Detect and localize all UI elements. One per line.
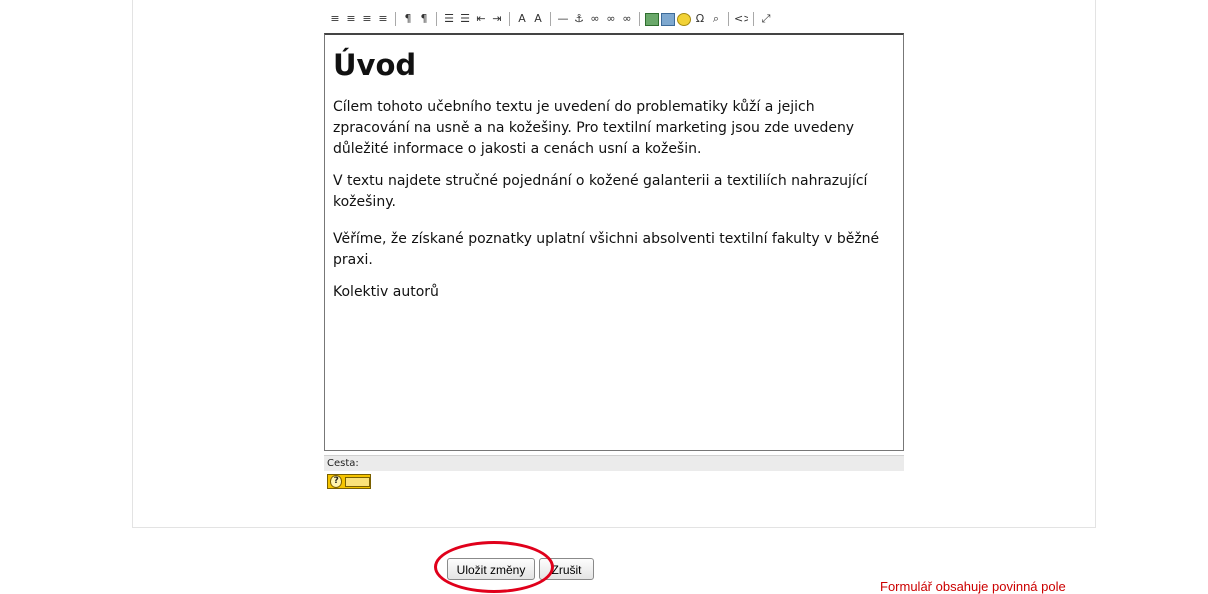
toolbar-separator: [509, 12, 510, 26]
editor-help-button[interactable]: ?: [327, 474, 371, 489]
ordered-list-icon[interactable]: ☰: [442, 12, 456, 26]
text-color-icon[interactable]: A: [515, 12, 529, 26]
toolbar-separator: [753, 12, 754, 26]
editor-path-bar: Cesta:: [324, 455, 904, 471]
ltr-icon[interactable]: ¶: [401, 12, 415, 26]
editor-toolbar: ≡ ≡ ≡ ≡ ¶ ¶ ☰ ☰ ⇤ ⇥ A A — ⚓ ∞ ∞ ∞ Ω ⌕ <> ⤢: [328, 6, 904, 32]
editor-heading: Úvod: [333, 48, 417, 82]
smiley-icon[interactable]: [677, 12, 691, 26]
help-icon: ?: [330, 475, 343, 488]
toolbar-separator: [639, 12, 640, 26]
required-fields-note: Formulář obsahuje povinná pole: [880, 579, 1066, 594]
keyboard-icon: [345, 476, 370, 487]
path-label: Cesta:: [327, 458, 359, 469]
nolink-icon[interactable]: ∞: [620, 12, 634, 26]
align-left-icon[interactable]: ≡: [328, 12, 342, 26]
toolbar-separator: [550, 12, 551, 26]
rich-text-editor[interactable]: Úvod Cílem tohoto učebního textu je uved…: [324, 33, 904, 451]
anchor-icon[interactable]: ⚓: [572, 12, 586, 26]
highlight-annotation-ring: [434, 541, 554, 593]
search-replace-icon[interactable]: ⌕: [709, 12, 723, 26]
html-source-icon[interactable]: <>: [734, 12, 748, 26]
align-center-icon[interactable]: ≡: [344, 12, 358, 26]
editor-paragraph: Věříme, že získané poznatky uplatní všic…: [333, 231, 880, 268]
rtl-icon[interactable]: ¶: [417, 12, 431, 26]
outdent-icon[interactable]: ⇤: [474, 12, 488, 26]
special-char-icon[interactable]: Ω: [693, 12, 707, 26]
insert-image-icon[interactable]: [645, 12, 659, 26]
align-justify-icon[interactable]: ≡: [376, 12, 390, 26]
insert-table-icon[interactable]: [661, 12, 675, 26]
horizontal-rule-icon[interactable]: —: [556, 12, 570, 26]
indent-icon[interactable]: ⇥: [490, 12, 504, 26]
editor-paragraph: Kolektiv autorů: [333, 284, 439, 300]
editor-paragraph: V textu najdete stručné pojednání o kože…: [333, 173, 868, 210]
toolbar-separator: [436, 12, 437, 26]
align-right-icon[interactable]: ≡: [360, 12, 374, 26]
toolbar-separator: [395, 12, 396, 26]
unordered-list-icon[interactable]: ☰: [458, 12, 472, 26]
unlink-icon[interactable]: ∞: [604, 12, 618, 26]
link-icon[interactable]: ∞: [588, 12, 602, 26]
toolbar-separator: [728, 12, 729, 26]
fullscreen-icon[interactable]: ⤢: [759, 12, 773, 26]
background-color-icon[interactable]: A: [531, 12, 545, 26]
editor-paragraph: Cílem tohoto učebního textu je uvedení d…: [333, 99, 855, 157]
